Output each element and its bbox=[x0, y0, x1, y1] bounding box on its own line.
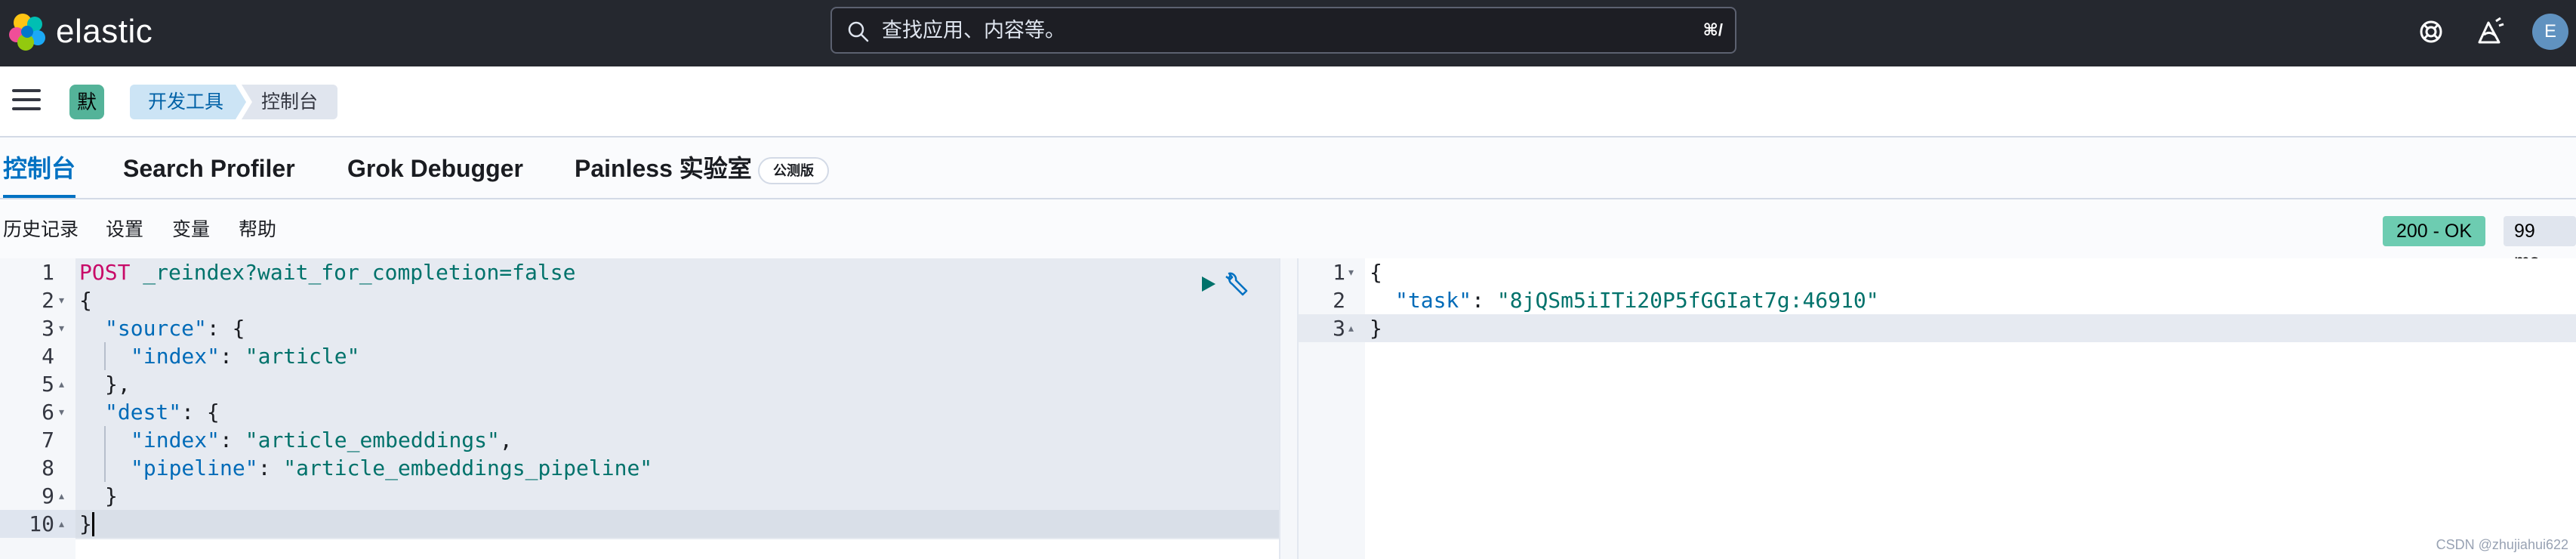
wrench-icon[interactable] bbox=[1223, 270, 1250, 298]
active-line-highlight bbox=[1365, 314, 2576, 342]
line-number: 8 bbox=[42, 456, 54, 480]
elastic-logo-icon[interactable] bbox=[8, 12, 47, 51]
search-icon bbox=[848, 21, 869, 42]
menu-icon[interactable] bbox=[12, 89, 41, 115]
breadcrumb-dev-tools[interactable]: 开发工具 bbox=[130, 85, 246, 119]
request-line: "source": { bbox=[105, 316, 245, 341]
breadcrumb-console: 控制台 bbox=[242, 85, 338, 119]
line-number: 5 bbox=[42, 372, 54, 397]
response-editor[interactable]: 1 2 3 ▾ ▴ { "task": "8jQSm5iITi20P5fGGIa… bbox=[1299, 258, 2576, 559]
variables-button[interactable]: 变量 bbox=[172, 216, 210, 243]
status-badge: 200 - OK bbox=[2383, 216, 2486, 246]
line-number: 1 bbox=[42, 260, 54, 285]
request-line: "index": "article" bbox=[131, 344, 360, 369]
fold-open-icon[interactable]: ▾ bbox=[59, 314, 64, 342]
request-line: "index": "article_embeddings", bbox=[131, 428, 513, 452]
fold-open-icon[interactable]: ▾ bbox=[59, 398, 64, 426]
line-number: 2 bbox=[42, 288, 54, 313]
line-number: 1 bbox=[1333, 260, 1345, 285]
request-line: } bbox=[105, 483, 118, 508]
tab-search-profiler[interactable]: Search Profiler bbox=[123, 137, 295, 199]
fold-open-icon[interactable]: ▾ bbox=[59, 286, 64, 314]
fold-close-icon[interactable]: ▴ bbox=[59, 370, 64, 398]
global-search[interactable]: 查找应用、内容等。 ⌘/ bbox=[830, 7, 1736, 54]
request-line: }, bbox=[105, 372, 131, 397]
response-line: { bbox=[1370, 260, 1382, 285]
request-line: { bbox=[79, 288, 92, 313]
fold-close-icon[interactable]: ▴ bbox=[59, 510, 64, 538]
brand-name[interactable]: elastic bbox=[56, 11, 153, 53]
line-number: 2 bbox=[1333, 288, 1345, 313]
active-line-highlight bbox=[75, 510, 1279, 538]
line-number: 10 bbox=[29, 511, 54, 536]
response-line: } bbox=[1370, 316, 1382, 341]
line-number: 4 bbox=[42, 344, 54, 369]
request-line: "dest": { bbox=[105, 400, 220, 425]
search-input[interactable]: 查找应用、内容等。 bbox=[882, 8, 1065, 52]
line-number: 3 bbox=[42, 316, 54, 341]
response-line: "task": "8jQSm5iITi20P5fGGIat7g:46910" bbox=[1395, 288, 1879, 313]
fold-close-icon[interactable]: ▴ bbox=[1348, 314, 1354, 342]
line-number: 9 bbox=[42, 483, 54, 508]
request-editor[interactable]: 1 2 3 4 5 6 7 8 9 10 ▾ ▾ ▴ ▾ ▴ ▴ POST _r… bbox=[0, 258, 1279, 559]
text-cursor bbox=[92, 512, 94, 536]
line-number: 7 bbox=[42, 428, 54, 452]
request-code-area[interactable] bbox=[75, 258, 1279, 539]
top-header: elastic 查找应用、内容等。 ⌘/ E bbox=[0, 0, 2576, 66]
user-avatar[interactable]: E bbox=[2532, 14, 2568, 50]
breadcrumb-bar: 默 开发工具 控制台 bbox=[0, 66, 2576, 137]
line-number: 6 bbox=[42, 400, 54, 425]
fold-open-icon[interactable]: ▾ bbox=[1348, 258, 1354, 286]
request-line: POST _reindex?wait_for_completion=false bbox=[79, 260, 576, 285]
line-number: 3 bbox=[1333, 316, 1345, 341]
search-shortcut: ⌘/ bbox=[1702, 20, 1723, 39]
help-icon[interactable] bbox=[2414, 15, 2448, 48]
devtools-tabs: 控制台 Search Profiler Grok Debugger Painle… bbox=[0, 137, 2576, 199]
timing-badge: 99 ms bbox=[2504, 216, 2576, 272]
fold-close-icon[interactable]: ▴ bbox=[59, 482, 64, 510]
tab-painless-lab[interactable]: Painless 实验室 bbox=[575, 137, 752, 199]
settings-button[interactable]: 设置 bbox=[106, 216, 143, 243]
help-button[interactable]: 帮助 bbox=[239, 216, 276, 243]
play-icon[interactable] bbox=[1197, 273, 1219, 295]
beta-badge: 公测版 bbox=[758, 157, 829, 184]
tab-console[interactable]: 控制台 bbox=[3, 137, 76, 198]
watermark: CSDN @zhujiahui622 bbox=[2436, 537, 2568, 552]
history-button[interactable]: 历史记录 bbox=[3, 216, 79, 243]
console-toolbar: 历史记录 设置 变量 帮助 200 - OK 99 ms bbox=[0, 199, 2576, 272]
tab-grok-debugger[interactable]: Grok Debugger bbox=[347, 137, 523, 199]
space-avatar[interactable]: 默 bbox=[69, 85, 104, 119]
request-line: "pipeline": "article_embeddings_pipeline… bbox=[131, 456, 653, 480]
request-line: } bbox=[79, 511, 92, 536]
newsfeed-icon[interactable] bbox=[2473, 15, 2507, 48]
